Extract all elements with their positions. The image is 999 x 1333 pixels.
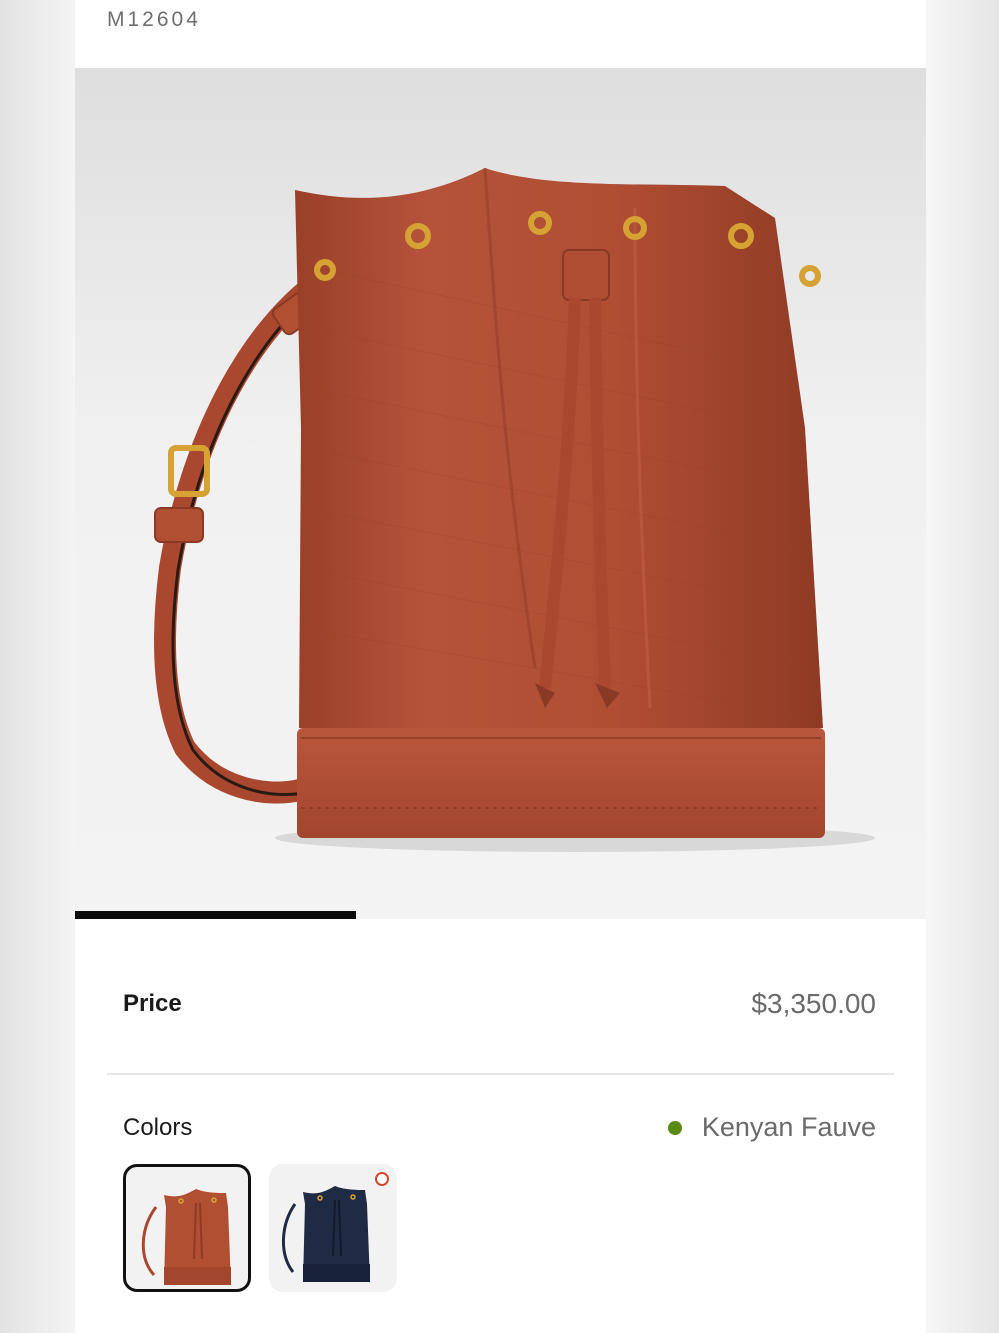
availability-badge-icon bbox=[375, 1172, 389, 1186]
color-swatch-kenyan-fauve[interactable] bbox=[123, 1164, 251, 1292]
gallery-progress-track bbox=[75, 911, 926, 919]
section-divider bbox=[107, 1073, 894, 1075]
bucket-bag-image bbox=[154, 167, 875, 852]
colors-label: Colors bbox=[123, 1114, 193, 1141]
background-left bbox=[0, 0, 75, 1333]
price-value: $3,350.00 bbox=[751, 988, 876, 1019]
background-right bbox=[926, 0, 999, 1333]
product-sku: M12604 bbox=[107, 8, 201, 31]
price-label: Price bbox=[123, 990, 182, 1017]
product-image-gallery[interactable] bbox=[75, 68, 926, 919]
color-dot-icon bbox=[667, 1120, 682, 1135]
product-sheet: M12604 Price $3,350.00 Colors Kenyan Fau… bbox=[75, 0, 926, 1333]
gallery-progress-indicator bbox=[75, 911, 356, 919]
price-row: Price $3,350.00 bbox=[75, 960, 926, 1050]
selected-color: Kenyan Fauve bbox=[667, 1112, 876, 1143]
color-swatch-navy[interactable] bbox=[269, 1164, 397, 1292]
swatch-bag-brown-icon bbox=[141, 1189, 231, 1285]
selected-color-name: Kenyan Fauve bbox=[701, 1112, 876, 1142]
